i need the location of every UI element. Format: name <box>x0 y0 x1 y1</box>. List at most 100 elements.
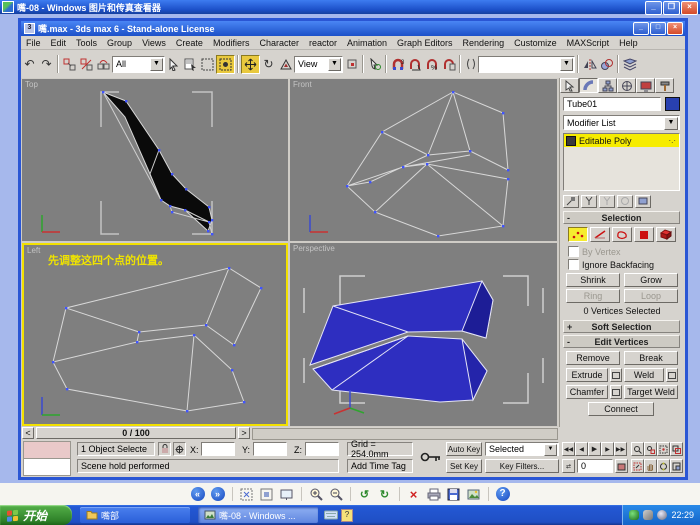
grow-button[interactable]: Grow <box>624 273 678 287</box>
timeline-prev-arrow[interactable]: < <box>22 427 34 439</box>
language-help-icon[interactable]: ? <box>341 509 353 522</box>
loop-button[interactable]: Loop <box>624 289 678 303</box>
make-unique-icon[interactable] <box>599 195 615 208</box>
dropdown-arrow-icon[interactable]: ▼ <box>544 444 557 456</box>
key-mode-toggle[interactable]: ⇄ <box>562 459 575 473</box>
reference-coordinate-dropdown[interactable]: View ▼ <box>294 56 343 73</box>
remove-button[interactable]: Remove <box>566 351 620 365</box>
viewer-minimize-button[interactable]: _ <box>645 1 662 15</box>
dropdown-arrow-icon[interactable]: ▼ <box>664 117 678 130</box>
tab-modify-icon[interactable] <box>579 78 598 93</box>
task-button-folder[interactable]: 嘴部 <box>80 507 190 523</box>
previous-image-icon[interactable]: « <box>190 486 206 502</box>
dropdown-arrow-icon[interactable]: ▼ <box>150 58 163 71</box>
rotate-counterclockwise-icon[interactable]: ↺ <box>357 486 373 502</box>
window-crossing-toggle-icon[interactable] <box>216 55 235 74</box>
weld-settings-button[interactable] <box>666 368 678 382</box>
best-fit-icon[interactable] <box>239 486 255 502</box>
layer-manager-icon[interactable] <box>621 56 638 73</box>
viewer-restore-button[interactable]: ❐ <box>663 1 680 15</box>
redo-icon[interactable]: ↷ <box>38 56 55 73</box>
edit-vertices-rollout-header[interactable]: -Edit Vertices <box>563 335 680 348</box>
menu-modifiers[interactable]: Modifiers <box>208 38 255 48</box>
listener-field[interactable] <box>23 458 71 476</box>
dropdown-arrow-icon[interactable]: ▼ <box>560 58 573 71</box>
edit-named-selections-icon[interactable] <box>463 56 478 73</box>
menu-graph-editors[interactable]: Graph Editors <box>392 38 458 48</box>
help-icon[interactable]: ? <box>495 486 511 502</box>
menu-edit[interactable]: Edit <box>46 38 72 48</box>
modifier-list-dropdown[interactable]: Modifier List ▼ <box>563 115 680 130</box>
element-mode-icon[interactable] <box>656 227 676 242</box>
tab-utilities-icon[interactable] <box>655 78 674 93</box>
zoom-extents-all-icon[interactable] <box>670 442 683 456</box>
max-maximize-button[interactable]: □ <box>650 22 666 35</box>
select-and-link-icon[interactable] <box>61 56 78 73</box>
arc-rotate-icon[interactable] <box>657 459 670 473</box>
viewport-top-label[interactable]: Top <box>25 80 38 89</box>
percent-snap-icon[interactable]: % <box>423 56 440 73</box>
menu-character[interactable]: Character <box>254 38 304 48</box>
tab-motion-icon[interactable] <box>617 78 636 93</box>
add-time-tag[interactable]: Add Time Tag <box>347 459 413 473</box>
play-button[interactable]: ▶ <box>588 442 601 456</box>
soft-selection-rollout-header[interactable]: +Soft Selection <box>563 320 680 333</box>
polygon-mode-icon[interactable] <box>634 227 654 242</box>
max-minimize-button[interactable]: _ <box>633 22 649 35</box>
viewport-left-label[interactable]: Left <box>27 246 40 255</box>
unlink-icon[interactable] <box>78 56 95 73</box>
edit-image-icon[interactable] <box>466 486 482 502</box>
undo-icon[interactable]: ↶ <box>21 56 38 73</box>
actual-size-icon[interactable] <box>259 486 275 502</box>
absolute-offset-toggle[interactable] <box>173 442 186 456</box>
menu-customize[interactable]: Customize <box>509 38 562 48</box>
stack-item-editable-poly[interactable]: Editable Poly ·.· <box>564 134 679 147</box>
key-filters-button[interactable]: Key Filters... <box>485 459 559 473</box>
zoom-out-icon[interactable] <box>328 486 344 502</box>
clock[interactable]: 22:29 <box>671 510 694 520</box>
viewport-perspective-label[interactable]: Perspective <box>293 244 335 253</box>
angle-snap-icon[interactable] <box>406 56 423 73</box>
use-pivot-center-icon[interactable] <box>343 56 360 73</box>
selection-set-dropdown[interactable]: Selected▼ <box>485 442 559 456</box>
menu-group[interactable]: Group <box>102 38 137 48</box>
viewer-close-button[interactable]: × <box>681 1 698 15</box>
zoom-all-icon[interactable] <box>644 442 657 456</box>
menu-rendering[interactable]: Rendering <box>458 38 510 48</box>
tray-icon-clock-app[interactable] <box>657 510 667 520</box>
slideshow-icon[interactable] <box>279 486 295 502</box>
go-to-start-button[interactable]: ◀◀ <box>562 442 575 456</box>
tab-display-icon[interactable] <box>636 78 655 93</box>
select-and-rotate-icon[interactable]: ↻ <box>260 56 277 73</box>
menu-file[interactable]: File <box>21 38 46 48</box>
next-image-icon[interactable]: » <box>210 486 226 502</box>
zoom-icon[interactable] <box>631 442 644 456</box>
print-icon[interactable] <box>426 486 442 502</box>
y-field[interactable] <box>253 442 287 456</box>
pin-stack-icon[interactable] <box>563 195 579 208</box>
tray-icon-antivirus[interactable] <box>629 510 639 520</box>
extrude-button[interactable]: Extrude <box>566 368 608 382</box>
zoom-extents-icon[interactable] <box>657 442 670 456</box>
auto-key-button[interactable]: Auto Key <box>446 442 482 456</box>
border-mode-icon[interactable] <box>612 227 632 242</box>
macro-recorder-field[interactable] <box>23 441 71 459</box>
connect-button[interactable]: Connect <box>588 402 654 416</box>
mirror-icon[interactable] <box>581 56 598 73</box>
menu-tools[interactable]: Tools <box>71 38 102 48</box>
named-selection-sets-dropdown[interactable]: ▼ <box>478 56 575 73</box>
selection-filter-dropdown[interactable]: All ▼ <box>112 56 165 73</box>
save-icon[interactable] <box>446 486 462 502</box>
tray-icon-volume[interactable] <box>643 510 653 520</box>
chamfer-settings-button[interactable] <box>610 385 622 399</box>
edge-mode-icon[interactable] <box>590 227 610 242</box>
extrude-settings-button[interactable] <box>610 368 622 382</box>
z-field[interactable] <box>305 442 339 456</box>
min-max-toggle-icon[interactable] <box>670 459 683 473</box>
by-vertex-checkbox[interactable]: By Vertex <box>568 246 621 257</box>
x-field[interactable] <box>201 442 235 456</box>
start-button[interactable]: 开始 <box>0 505 72 525</box>
select-by-name-icon[interactable] <box>182 56 199 73</box>
ring-button[interactable]: Ring <box>566 289 620 303</box>
viewport-front[interactable]: Front <box>290 79 557 241</box>
